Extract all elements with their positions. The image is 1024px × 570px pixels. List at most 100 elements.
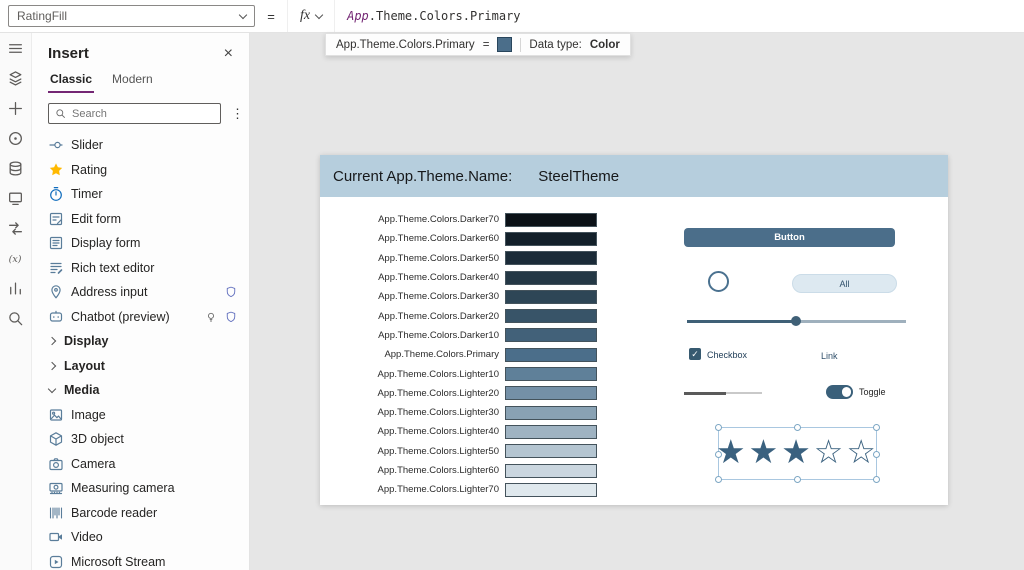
swatch-row[interactable]: App.Theme.Colors.Lighter30 [320, 403, 597, 422]
insert-item-image[interactable]: Image [32, 403, 249, 428]
selection-handle-n[interactable] [794, 424, 801, 431]
insert-item-address-input[interactable]: Address input [32, 280, 249, 305]
data-icon[interactable] [7, 159, 25, 177]
color-swatch[interactable] [505, 328, 597, 342]
swatch-row[interactable]: App.Theme.Colors.Darker70 [320, 210, 597, 229]
color-swatch[interactable] [505, 464, 597, 478]
color-swatch[interactable] [505, 290, 597, 304]
preview-checkbox-label: Checkbox [707, 350, 747, 360]
stream-icon [48, 554, 64, 570]
insert-item-timer[interactable]: Timer [32, 182, 249, 207]
color-swatch[interactable] [505, 213, 597, 227]
insert-icon[interactable] [7, 99, 25, 117]
insert-item-camera[interactable]: Camera [32, 452, 249, 477]
design-canvas[interactable]: Current App.Theme.Name: SteelTheme App.T… [250, 33, 1024, 570]
preview-radio-control[interactable] [708, 271, 729, 292]
color-swatch[interactable] [505, 367, 597, 381]
insert-item-chatbot[interactable]: Chatbot (preview) [32, 305, 249, 330]
color-swatch[interactable] [505, 271, 597, 285]
tests-icon[interactable] [7, 279, 25, 297]
rating-control-selected[interactable]: ★★★☆☆ [718, 427, 877, 480]
insert-item-video[interactable]: Video [32, 525, 249, 550]
preview-slider-knob[interactable] [791, 316, 801, 326]
power-automate-icon[interactable] [7, 219, 25, 237]
selection-handle-w[interactable] [715, 451, 722, 458]
chatbot-icon [48, 309, 64, 325]
color-swatch[interactable] [505, 251, 597, 265]
insert-item-edit-form[interactable]: Edit form [32, 207, 249, 232]
chevron-right-icon [48, 362, 56, 370]
color-swatch[interactable] [505, 232, 597, 246]
preview-link-control[interactable]: Link [821, 351, 838, 361]
swatch-row[interactable]: App.Theme.Colors.Darker20 [320, 306, 597, 325]
insert-item-measuring-camera[interactable]: Measuring camera [32, 476, 249, 501]
swatch-row[interactable]: App.Theme.Colors.Darker50 [320, 249, 597, 268]
swatch-label: App.Theme.Colors.Darker70 [320, 214, 505, 225]
color-swatch[interactable] [505, 483, 597, 497]
color-swatch[interactable] [505, 444, 597, 458]
color-swatch[interactable] [505, 386, 597, 400]
property-selector-dropdown[interactable]: RatingFill [8, 5, 255, 27]
swatch-row[interactable]: App.Theme.Colors.Lighter20 [320, 384, 597, 403]
formula-input[interactable]: App.Theme.Colors.Primary [334, 0, 1024, 32]
selection-handle-nw[interactable] [715, 424, 722, 431]
data-type-label: Data type: [529, 39, 581, 51]
swatch-row[interactable]: App.Theme.Colors.Primary [320, 345, 597, 364]
search-input-wrap[interactable] [48, 103, 221, 124]
swatch-row[interactable]: App.Theme.Colors.Lighter40 [320, 422, 597, 441]
insert-control-list: Slider Rating Timer Edit form Display fo… [32, 130, 249, 570]
theme-header-banner[interactable]: Current App.Theme.Name: SteelTheme [320, 155, 948, 197]
insert-section-display[interactable]: Display [32, 329, 249, 354]
preview-toggle-control[interactable] [826, 385, 853, 399]
fx-dropdown-button[interactable]: fx [287, 0, 334, 32]
selection-handle-sw[interactable] [715, 476, 722, 483]
tab-modern[interactable]: Modern [110, 68, 155, 93]
swatch-row[interactable]: App.Theme.Colors.Darker40 [320, 268, 597, 287]
insert-item-display-form[interactable]: Display form [32, 231, 249, 256]
insert-section-layout[interactable]: Layout [32, 354, 249, 379]
swatch-label: App.Theme.Colors.Primary [320, 349, 505, 360]
preview-checkbox-control[interactable]: ✓ [689, 348, 701, 360]
insert-item-rich-text-editor[interactable]: Rich text editor [32, 256, 249, 281]
selection-handle-se[interactable] [873, 476, 880, 483]
swatch-row[interactable]: App.Theme.Colors.Lighter60 [320, 461, 597, 480]
toggle-knob [842, 387, 852, 397]
swatch-row[interactable]: App.Theme.Colors.Lighter10 [320, 364, 597, 383]
screens-icon[interactable] [7, 189, 25, 207]
color-swatch[interactable] [505, 309, 597, 323]
insert-section-media[interactable]: Media [32, 378, 249, 403]
swatch-label: App.Theme.Colors.Darker10 [320, 330, 505, 341]
tree-view-icon[interactable] [7, 69, 25, 87]
rating-stars[interactable]: ★★★☆☆ [716, 435, 879, 468]
app-screen-artboard[interactable]: Current App.Theme.Name: SteelTheme App.T… [320, 155, 948, 505]
insert-item-rating[interactable]: Rating [32, 158, 249, 183]
insert-item-microsoft-stream[interactable]: Microsoft Stream [32, 550, 249, 570]
selection-handle-s[interactable] [794, 476, 801, 483]
property-selector-value: RatingFill [17, 9, 240, 23]
insert-item-3d-object[interactable]: 3D object [32, 427, 249, 452]
close-icon[interactable]: × [224, 46, 233, 62]
color-swatch[interactable] [505, 406, 597, 420]
tab-classic[interactable]: Classic [48, 68, 94, 93]
insert-item-slider[interactable]: Slider [32, 133, 249, 158]
barcode-icon [48, 505, 64, 521]
theme-icon[interactable] [7, 129, 25, 147]
variables-icon[interactable]: (x) [7, 249, 25, 267]
swatch-row[interactable]: App.Theme.Colors.Lighter70 [320, 480, 597, 499]
insert-item-barcode-reader[interactable]: Barcode reader [32, 501, 249, 526]
color-swatch[interactable] [505, 425, 597, 439]
search-icon[interactable] [7, 309, 25, 327]
preview-button-control[interactable]: Button [684, 228, 895, 247]
color-swatch[interactable] [505, 348, 597, 362]
swatch-row[interactable]: App.Theme.Colors.Lighter50 [320, 442, 597, 461]
swatch-row[interactable]: App.Theme.Colors.Darker30 [320, 287, 597, 306]
swatch-row[interactable]: App.Theme.Colors.Darker60 [320, 229, 597, 248]
swatch-row[interactable]: App.Theme.Colors.Darker10 [320, 326, 597, 345]
selection-handle-ne[interactable] [873, 424, 880, 431]
preview-dropdown-pill[interactable]: All [792, 274, 897, 293]
search-input[interactable] [72, 108, 214, 120]
selection-handle-e[interactable] [873, 451, 880, 458]
hamburger-menu-icon[interactable] [7, 39, 25, 57]
theme-header-label: Current App.Theme.Name: [333, 168, 512, 185]
more-options-icon[interactable]: ⋮ [231, 106, 244, 122]
